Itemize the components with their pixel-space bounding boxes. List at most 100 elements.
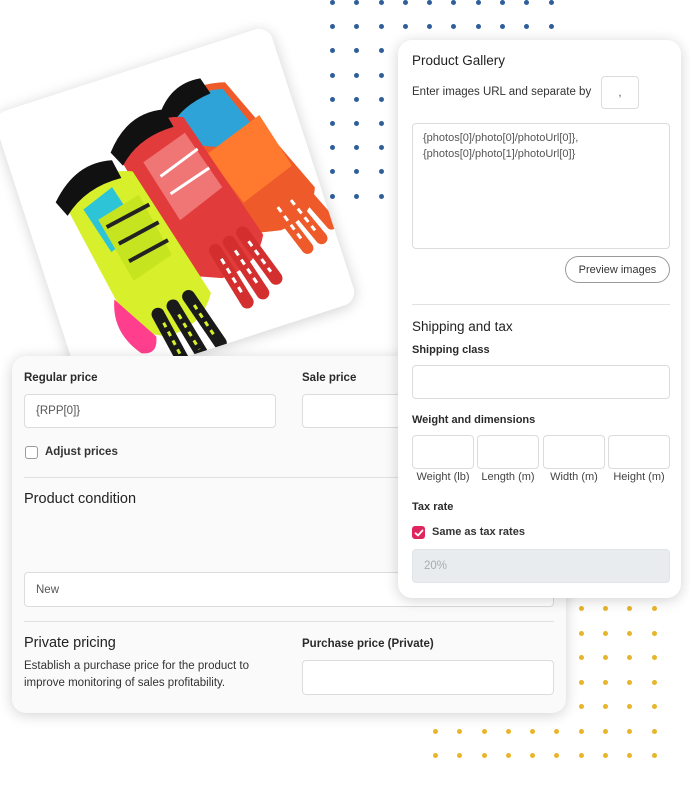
same-as-tax-rates-checkbox[interactable] bbox=[412, 526, 425, 539]
dot bbox=[378, 48, 384, 54]
image-url-line: {photos[0]/photo[0]/photoUrl[0]}, bbox=[423, 132, 579, 144]
dot bbox=[378, 193, 384, 199]
dot bbox=[627, 728, 633, 734]
check-icon bbox=[414, 529, 424, 537]
height-input[interactable] bbox=[608, 435, 670, 469]
dot bbox=[354, 120, 360, 126]
dot bbox=[500, 0, 506, 5]
tax-rate-input: 20% bbox=[412, 549, 670, 583]
dot bbox=[578, 704, 584, 709]
height-label: Height (m) bbox=[613, 471, 665, 483]
dot bbox=[378, 0, 384, 5]
product-photo-card bbox=[0, 25, 358, 391]
dot bbox=[354, 145, 360, 151]
dot bbox=[354, 24, 360, 30]
dot bbox=[354, 0, 360, 5]
dot bbox=[603, 679, 609, 685]
dot bbox=[651, 728, 657, 734]
image-url-line: {photos[0]/photo[1]/photoUrl[0]} bbox=[423, 148, 576, 160]
dot bbox=[651, 704, 657, 709]
dot bbox=[451, 24, 457, 30]
dot bbox=[524, 24, 530, 30]
dot bbox=[457, 753, 463, 758]
dot bbox=[578, 655, 584, 660]
dot bbox=[354, 72, 360, 78]
product-gallery-panel: Product Gallery Enter images URL and sep… bbox=[398, 40, 681, 598]
dot bbox=[578, 606, 584, 611]
adjust-prices-checkbox[interactable] bbox=[25, 446, 38, 459]
dot bbox=[554, 753, 560, 758]
dot bbox=[627, 679, 633, 685]
length-label: Length (m) bbox=[481, 471, 535, 483]
dot bbox=[651, 679, 657, 685]
image-urls-textarea[interactable]: {photos[0]/photo[0]/photoUrl[0]}, {photo… bbox=[412, 123, 670, 249]
shipping-and-tax-heading: Shipping and tax bbox=[412, 319, 513, 334]
dot bbox=[548, 0, 554, 5]
dot bbox=[603, 704, 609, 709]
dot bbox=[627, 704, 633, 709]
divider bbox=[24, 621, 554, 622]
dot bbox=[554, 728, 560, 734]
dot bbox=[433, 728, 438, 734]
regular-price-input[interactable]: {RPP[0]} bbox=[24, 394, 276, 428]
preview-images-button[interactable]: Preview images bbox=[565, 256, 670, 283]
dot bbox=[651, 753, 657, 758]
dot bbox=[330, 96, 335, 102]
dot bbox=[603, 655, 609, 660]
separator-instruction: Enter images URL and separate by bbox=[412, 86, 592, 98]
dot bbox=[451, 0, 457, 5]
dot bbox=[627, 753, 633, 758]
dot bbox=[651, 655, 657, 660]
adjust-prices-label: Adjust prices bbox=[45, 446, 118, 458]
dot bbox=[603, 606, 609, 611]
dot bbox=[603, 753, 609, 758]
product-gallery-heading: Product Gallery bbox=[412, 53, 506, 68]
dot bbox=[330, 0, 335, 5]
dot bbox=[378, 72, 384, 78]
private-pricing-description-line1: Establish a purchase price for the produ… bbox=[24, 660, 250, 672]
regular-price-label: Regular price bbox=[24, 372, 98, 384]
dot bbox=[603, 630, 609, 636]
weight-dimensions-label: Weight and dimensions bbox=[412, 414, 536, 426]
private-pricing-description-line2: improve monitoring of sales profitabilit… bbox=[24, 677, 226, 689]
dot bbox=[330, 24, 335, 30]
sale-price-label: Sale price bbox=[302, 372, 357, 384]
length-input[interactable] bbox=[477, 435, 539, 469]
dot bbox=[354, 96, 360, 102]
dot bbox=[530, 728, 536, 734]
dot bbox=[475, 0, 481, 5]
dot bbox=[524, 0, 530, 5]
weight-input[interactable] bbox=[412, 435, 474, 469]
dot bbox=[505, 728, 511, 734]
width-input[interactable] bbox=[543, 435, 605, 469]
dot bbox=[378, 96, 384, 102]
same-as-tax-rates-label: Same as tax rates bbox=[432, 526, 525, 538]
dot bbox=[651, 630, 657, 636]
dot bbox=[330, 169, 335, 175]
dot bbox=[530, 753, 536, 758]
dot bbox=[548, 24, 554, 30]
purchase-price-input[interactable] bbox=[302, 660, 554, 695]
product-photo bbox=[0, 25, 358, 391]
dot bbox=[627, 630, 633, 636]
dot bbox=[481, 728, 487, 734]
shipping-class-label: Shipping class bbox=[412, 344, 490, 356]
divider bbox=[412, 304, 670, 305]
dot bbox=[578, 679, 584, 685]
dot bbox=[627, 606, 633, 611]
dot bbox=[427, 24, 433, 30]
shipping-class-select[interactable] bbox=[412, 365, 670, 399]
dot bbox=[354, 169, 360, 175]
dot bbox=[330, 145, 335, 151]
dot bbox=[578, 728, 584, 734]
weight-label: Weight (lb) bbox=[416, 471, 470, 483]
dot bbox=[578, 630, 584, 636]
product-condition-heading: Product condition bbox=[24, 491, 137, 507]
dot bbox=[505, 753, 511, 758]
separator-input[interactable]: , bbox=[601, 76, 639, 109]
dot bbox=[500, 24, 506, 30]
dot bbox=[354, 193, 360, 199]
dot bbox=[330, 120, 335, 126]
purchase-price-label: Purchase price (Private) bbox=[302, 638, 434, 650]
dot bbox=[378, 24, 384, 30]
